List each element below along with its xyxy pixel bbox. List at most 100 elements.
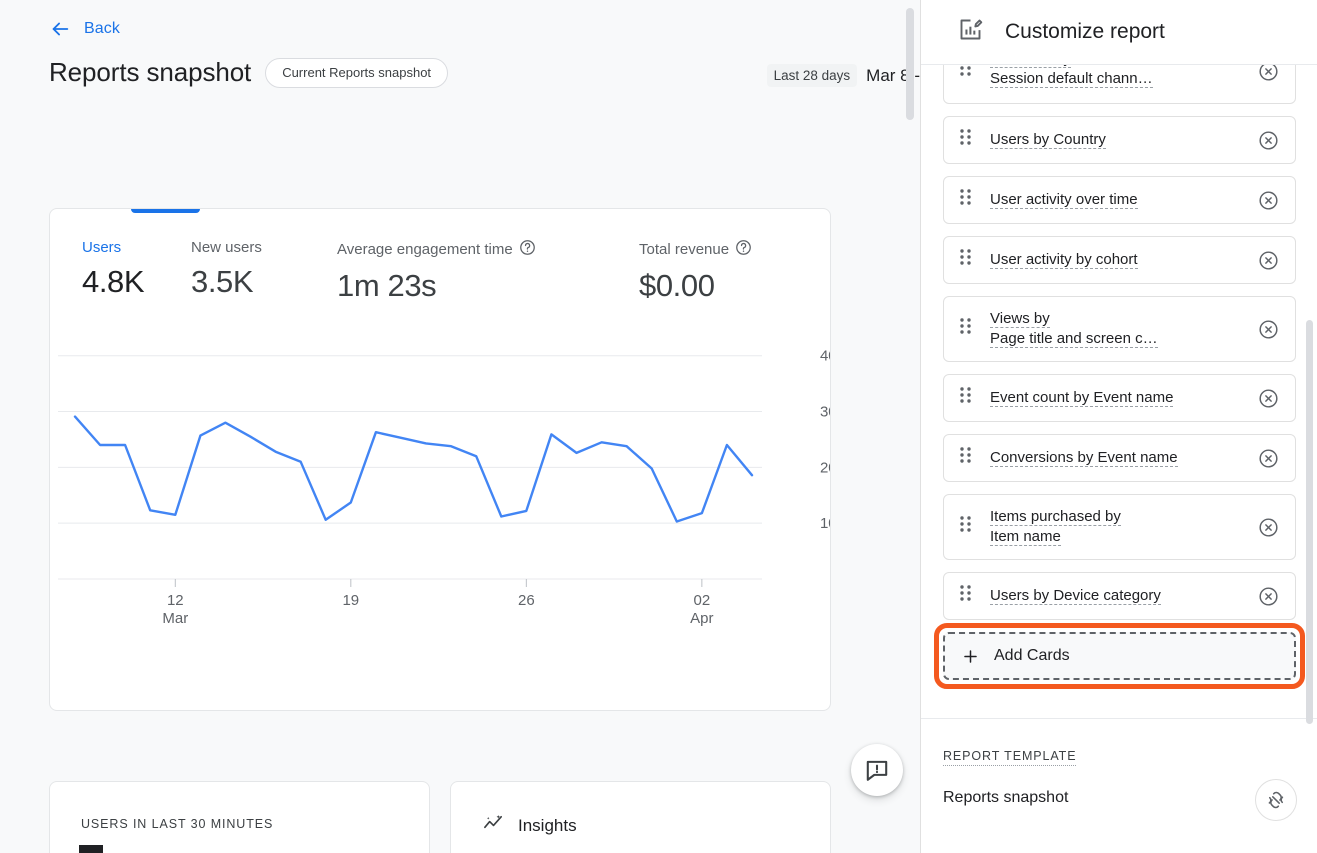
insights-card: Insights bbox=[450, 781, 831, 853]
add-cards-wrapper: Add Cards bbox=[934, 623, 1305, 689]
drag-handle[interactable] bbox=[960, 387, 976, 409]
chart-series-line bbox=[73, 415, 754, 523]
remove-card-button[interactable] bbox=[1257, 249, 1279, 271]
metric-value: $0.00 bbox=[639, 268, 715, 303]
card-list: Sessions bySession default chann… Users b… bbox=[921, 65, 1317, 689]
panel-header: Customize report bbox=[921, 0, 1317, 65]
drag-handle-icon bbox=[960, 516, 971, 532]
drag-handle[interactable] bbox=[960, 65, 976, 82]
metric-new-users[interactable]: New users 3.5K bbox=[191, 239, 337, 304]
main-scrollbar-thumb[interactable] bbox=[906, 8, 914, 120]
report-card-item[interactable]: Event count by Event name bbox=[943, 374, 1296, 422]
report-card-item[interactable]: User activity by cohort bbox=[943, 236, 1296, 284]
remove-card-button[interactable] bbox=[1257, 129, 1279, 151]
drag-handle-icon bbox=[960, 189, 971, 205]
svg-text:19: 19 bbox=[342, 592, 359, 609]
main-content: Back Reports snapshot Current Reports sn… bbox=[0, 0, 920, 853]
report-template-section: REPORT TEMPLATE Reports snapshot bbox=[921, 718, 1317, 853]
drag-handle[interactable] bbox=[960, 585, 976, 607]
drag-handle[interactable] bbox=[960, 249, 976, 271]
edit-report-icon bbox=[957, 16, 984, 48]
remove-card-button[interactable] bbox=[1257, 447, 1279, 469]
metric-label-row: Average engagement time bbox=[337, 239, 639, 260]
users-last-30-minutes-card: USERS IN LAST 30 MINUTES bbox=[49, 781, 430, 853]
svg-text:200: 200 bbox=[820, 459, 831, 476]
report-card-label: Event count by Event name bbox=[990, 389, 1174, 407]
drag-handle[interactable] bbox=[960, 129, 976, 151]
drag-handle-icon bbox=[960, 387, 971, 403]
help-icon[interactable] bbox=[519, 239, 536, 260]
metric-value: 1m 23s bbox=[337, 268, 437, 303]
back-arrow-icon bbox=[49, 18, 71, 40]
chart-y-axis-labels: 0100200300400 bbox=[820, 348, 831, 532]
report-card-item[interactable]: Items purchased by Item name bbox=[943, 494, 1296, 560]
report-card-item[interactable]: Users by Country bbox=[943, 116, 1296, 164]
metric-label: Average engagement time bbox=[337, 241, 513, 258]
report-card-label: Sessions bySession default chann… bbox=[990, 65, 1257, 89]
svg-text:26: 26 bbox=[518, 592, 535, 609]
report-card-label: User activity over time bbox=[990, 191, 1138, 209]
active-metric-indicator bbox=[131, 209, 200, 213]
svg-text:12: 12 bbox=[167, 592, 184, 609]
report-card-label: Conversions by Event name bbox=[990, 449, 1178, 467]
users-last-30-bar bbox=[79, 845, 103, 853]
report-card-label: Users by Country bbox=[990, 131, 1106, 149]
remove-card-button[interactable] bbox=[1257, 189, 1279, 211]
metric-label: New users bbox=[191, 239, 262, 256]
insights-header: Insights bbox=[482, 812, 577, 840]
metric-total-revenue[interactable]: Total revenue $0.00 bbox=[639, 239, 752, 304]
unlink-template-button[interactable] bbox=[1255, 779, 1297, 821]
report-card-item[interactable]: Views by Page title and screen c… bbox=[943, 296, 1296, 362]
report-card-label: Users by Device category bbox=[990, 587, 1161, 605]
remove-card-button[interactable] bbox=[1257, 318, 1279, 340]
remove-card-button[interactable] bbox=[1257, 387, 1279, 409]
date-range-selector[interactable]: Last 28 days Mar 8 - bbox=[766, 64, 920, 87]
add-cards-button[interactable]: Add Cards bbox=[943, 632, 1296, 680]
remove-card-button[interactable] bbox=[1257, 516, 1279, 538]
insights-label: Insights bbox=[518, 816, 577, 835]
help-icon[interactable] bbox=[735, 239, 752, 260]
report-card-item[interactable]: Sessions bySession default chann… bbox=[943, 65, 1296, 104]
metric-label-row: Total revenue bbox=[639, 239, 752, 260]
metric-label: Total revenue bbox=[639, 241, 730, 258]
remove-card-button[interactable] bbox=[1257, 585, 1279, 607]
report-card-item[interactable]: Conversions by Event name bbox=[943, 434, 1296, 482]
svg-text:Apr: Apr bbox=[690, 610, 713, 627]
metric-avg-engagement-time[interactable]: Average engagement time 1m 23s bbox=[337, 239, 639, 304]
drag-handle-icon bbox=[960, 129, 971, 145]
metric-label: Users bbox=[82, 239, 122, 256]
panel-scrollbar-thumb[interactable] bbox=[1306, 320, 1313, 724]
svg-text:400: 400 bbox=[820, 348, 831, 365]
page-title: Reports snapshot bbox=[49, 57, 252, 87]
app-root: Back Reports snapshot Current Reports sn… bbox=[0, 0, 1317, 853]
chart-gridlines bbox=[58, 355, 762, 580]
feedback-button[interactable] bbox=[851, 744, 903, 796]
date-range-pill: Last 28 days bbox=[766, 64, 858, 87]
drag-handle-icon bbox=[960, 585, 971, 601]
metric-value: 4.8K bbox=[82, 264, 145, 299]
report-template-label: REPORT TEMPLATE bbox=[943, 749, 1077, 766]
current-snapshot-chip[interactable]: Current Reports snapshot bbox=[265, 57, 449, 88]
users-line-chart: 0100200300400 12Mar192602Apr bbox=[58, 348, 831, 627]
report-template-name: Reports snapshot bbox=[943, 789, 1069, 806]
svg-text:Mar: Mar bbox=[162, 610, 188, 627]
chart-x-axis-labels: 12Mar 19 26 02Apr bbox=[162, 579, 714, 627]
drag-handle-icon bbox=[960, 249, 971, 265]
plus-icon bbox=[964, 649, 977, 663]
report-card-item[interactable]: Users by Device category bbox=[943, 572, 1296, 620]
drag-handle[interactable] bbox=[960, 447, 976, 469]
metric-users[interactable]: Users 4.8K bbox=[82, 239, 191, 304]
back-label: Back bbox=[84, 20, 120, 37]
back-button[interactable]: Back bbox=[49, 18, 120, 40]
report-card-item[interactable]: User activity over time bbox=[943, 176, 1296, 224]
drag-handle[interactable] bbox=[960, 189, 976, 211]
drag-handle[interactable] bbox=[960, 318, 976, 340]
svg-text:300: 300 bbox=[820, 404, 831, 421]
insights-icon bbox=[482, 812, 505, 840]
remove-card-button[interactable] bbox=[1257, 65, 1279, 82]
report-card-label: User activity by cohort bbox=[990, 251, 1138, 269]
report-card-label: Views by Page title and screen c… bbox=[990, 310, 1158, 348]
metric-value: 3.5K bbox=[191, 264, 254, 299]
drag-handle[interactable] bbox=[960, 516, 976, 538]
card-list-scroll-area[interactable]: Sessions bySession default chann… Users b… bbox=[921, 65, 1317, 718]
